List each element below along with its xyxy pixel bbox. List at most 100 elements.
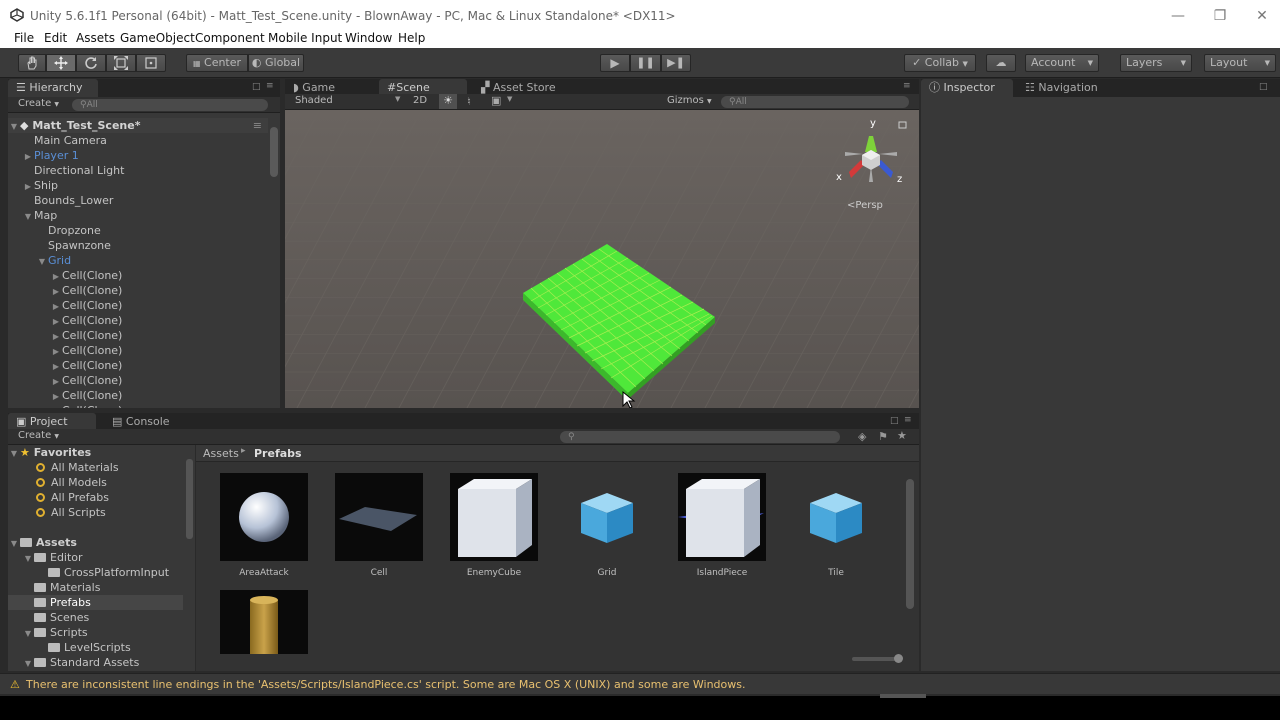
rect-tool-button[interactable] xyxy=(136,54,166,72)
scene-row[interactable]: ▼ ◆ Matt_Test_Scene* ≡ xyxy=(8,118,268,133)
expand-arrow-icon[interactable]: ▼ xyxy=(22,551,34,566)
lock-icon[interactable]: □ xyxy=(1259,82,1268,92)
lighting-toggle[interactable]: ☀ xyxy=(439,94,457,109)
tab-inspector[interactable]: ⓘ Inspector xyxy=(921,79,1013,97)
create-dropdown[interactable]: Create ▼ xyxy=(18,98,59,109)
collapse-arrow-icon[interactable]: ▶ xyxy=(50,299,62,314)
project-create-dropdown[interactable]: Create ▼ xyxy=(18,430,59,441)
assets-root-row[interactable]: ▼ Assets xyxy=(8,535,77,550)
menu-mobile-input[interactable]: Mobile Input xyxy=(268,31,342,45)
hierarchy-item[interactable]: ▶ Ship xyxy=(8,178,58,193)
hierarchy-item[interactable]: ▶ Player 1 xyxy=(8,148,79,163)
rotate-tool-button[interactable] xyxy=(76,54,106,72)
minimize-icon[interactable]: — xyxy=(1168,6,1188,26)
hierarchy-item[interactable]: Spawnzone xyxy=(8,238,111,253)
shading-dropdown[interactable]: Shaded xyxy=(295,95,333,106)
cloud-button[interactable]: ☁ xyxy=(986,54,1016,72)
tab-hierarchy[interactable]: ☰ Hierarchy xyxy=(8,79,98,97)
step-button[interactable]: ▶❚ xyxy=(661,54,691,72)
tab-navigation[interactable]: ☷ Navigation xyxy=(1017,79,1117,97)
play-button[interactable]: ▶ xyxy=(600,54,630,72)
menu-window[interactable]: Window xyxy=(345,31,392,45)
folder-item[interactable]: Materials xyxy=(8,580,183,595)
persp-label[interactable]: <Persp xyxy=(847,200,883,211)
hierarchy-item[interactable]: ▶Cell(Clone) xyxy=(8,298,122,313)
collab-dropdown[interactable]: ✓ Collab ▼ xyxy=(904,54,976,72)
favorite-star-icon[interactable]: ★ xyxy=(897,429,907,442)
folder-tree-scrollbar[interactable] xyxy=(186,459,193,539)
slider-knob[interactable] xyxy=(894,654,903,663)
filter-type-icon[interactable]: ◈ xyxy=(858,430,866,443)
collapse-arrow-icon[interactable]: ▶ xyxy=(50,374,62,389)
hierarchy-item[interactable]: ▶Cell(Clone) xyxy=(8,328,122,343)
collapse-arrow-icon[interactable]: ▶ xyxy=(22,179,34,194)
hierarchy-item[interactable]: ▼ Grid xyxy=(8,253,71,268)
menu-gameobject[interactable]: GameObject xyxy=(120,31,195,45)
asset-item[interactable]: EnemyCube xyxy=(450,473,538,578)
panel-menu-icon[interactable]: ≡ xyxy=(266,81,274,91)
scene-search-input[interactable]: ⚲All xyxy=(721,96,909,108)
hierarchy-item[interactable]: Bounds_Lower xyxy=(8,193,113,208)
collapse-arrow-icon[interactable]: ▶ xyxy=(50,344,62,359)
favorite-item[interactable]: All Prefabs xyxy=(36,490,109,505)
pivot-global-button[interactable]: ◐ Global xyxy=(248,54,304,72)
hierarchy-item[interactable]: ▶Cell(Clone) xyxy=(8,388,122,403)
thumbnail-size-slider[interactable] xyxy=(852,657,900,661)
hierarchy-item[interactable]: ▶Cell(Clone) xyxy=(8,373,122,388)
expand-arrow-icon[interactable]: ▼ xyxy=(36,254,48,269)
breadcrumb-assets[interactable]: Assets xyxy=(203,447,239,460)
collapse-arrow-icon[interactable]: ▶ xyxy=(50,404,62,408)
move-tool-button[interactable] xyxy=(46,54,76,72)
hand-tool-button[interactable] xyxy=(18,54,46,72)
maximize-icon[interactable]: ❐ xyxy=(1210,6,1230,26)
hierarchy-item[interactable]: ▶Cell(Clone) xyxy=(8,343,122,358)
folder-item[interactable]: Prefabs xyxy=(8,595,183,610)
favorite-item[interactable]: All Materials xyxy=(36,460,119,475)
2d-toggle[interactable]: 2D xyxy=(413,95,427,106)
menu-assets[interactable]: Assets xyxy=(76,31,115,45)
effects-toggle[interactable]: ▣ xyxy=(491,94,501,107)
asset-item[interactable]: AreaAttack xyxy=(220,473,308,578)
pivot-center-button[interactable]: ▦ Center xyxy=(186,54,248,72)
favorite-item[interactable]: All Models xyxy=(36,475,107,490)
collapse-arrow-icon[interactable]: ▶ xyxy=(50,329,62,344)
asset-scrollbar[interactable] xyxy=(906,479,914,609)
asset-item[interactable] xyxy=(220,590,308,654)
collapse-arrow-icon[interactable]: ▶ xyxy=(50,314,62,329)
audio-toggle[interactable]: ♮ xyxy=(467,95,471,108)
asset-item[interactable]: IslandPiece xyxy=(678,473,766,578)
folder-item[interactable]: CrossPlatformInput xyxy=(8,565,183,580)
hierarchy-item[interactable]: ▶Cell(Clone) xyxy=(8,283,122,298)
folder-item[interactable]: ▼ Standard Assets xyxy=(8,655,183,670)
panel-menu-icon[interactable]: ≡ xyxy=(903,81,911,91)
hierarchy-scrollbar[interactable] xyxy=(270,127,278,177)
hierarchy-item[interactable]: ▼ Map xyxy=(8,208,57,223)
menu-file[interactable]: File xyxy=(14,31,34,45)
asset-item[interactable]: Cell xyxy=(335,473,423,578)
menu-edit[interactable]: Edit xyxy=(44,31,67,45)
scene-viewport[interactable]: y x z <Persp xyxy=(285,110,919,408)
collapse-arrow-icon[interactable]: ▶ xyxy=(22,149,34,164)
hierarchy-item[interactable]: Dropzone xyxy=(8,223,101,238)
collapse-arrow-icon[interactable]: ▶ xyxy=(50,269,62,284)
expand-arrow-icon[interactable]: ▼ xyxy=(22,209,34,224)
lock-icon[interactable]: □ xyxy=(252,82,261,92)
scale-tool-button[interactable] xyxy=(106,54,136,72)
filter-label-icon[interactable]: ⚑ xyxy=(878,430,888,443)
layout-dropdown[interactable]: Layout ▼ xyxy=(1204,54,1276,72)
hierarchy-item[interactable]: ▶Cell(Clone) xyxy=(8,358,122,373)
asset-item[interactable] xyxy=(792,473,880,561)
project-search-input[interactable]: ⚲ xyxy=(560,431,840,443)
folder-item[interactable]: ▼ Scripts xyxy=(8,625,183,640)
scene-menu-icon[interactable]: ≡ xyxy=(253,118,262,133)
expand-arrow-icon[interactable]: ▼ xyxy=(22,626,34,641)
hierarchy-item[interactable]: ▶Cell(Clone) xyxy=(8,403,122,408)
lock-icon[interactable]: □ xyxy=(890,416,899,426)
menu-help[interactable]: Help xyxy=(398,31,425,45)
account-dropdown[interactable]: Account ▼ xyxy=(1025,54,1099,72)
hierarchy-item[interactable]: Main Camera xyxy=(8,133,107,148)
hierarchy-item[interactable]: Directional Light xyxy=(8,163,124,178)
pause-button[interactable]: ❚❚ xyxy=(630,54,661,72)
panel-menu-icon[interactable]: ≡ xyxy=(904,415,912,425)
favorites-row[interactable]: ▼ ★ Favorites xyxy=(8,445,91,460)
